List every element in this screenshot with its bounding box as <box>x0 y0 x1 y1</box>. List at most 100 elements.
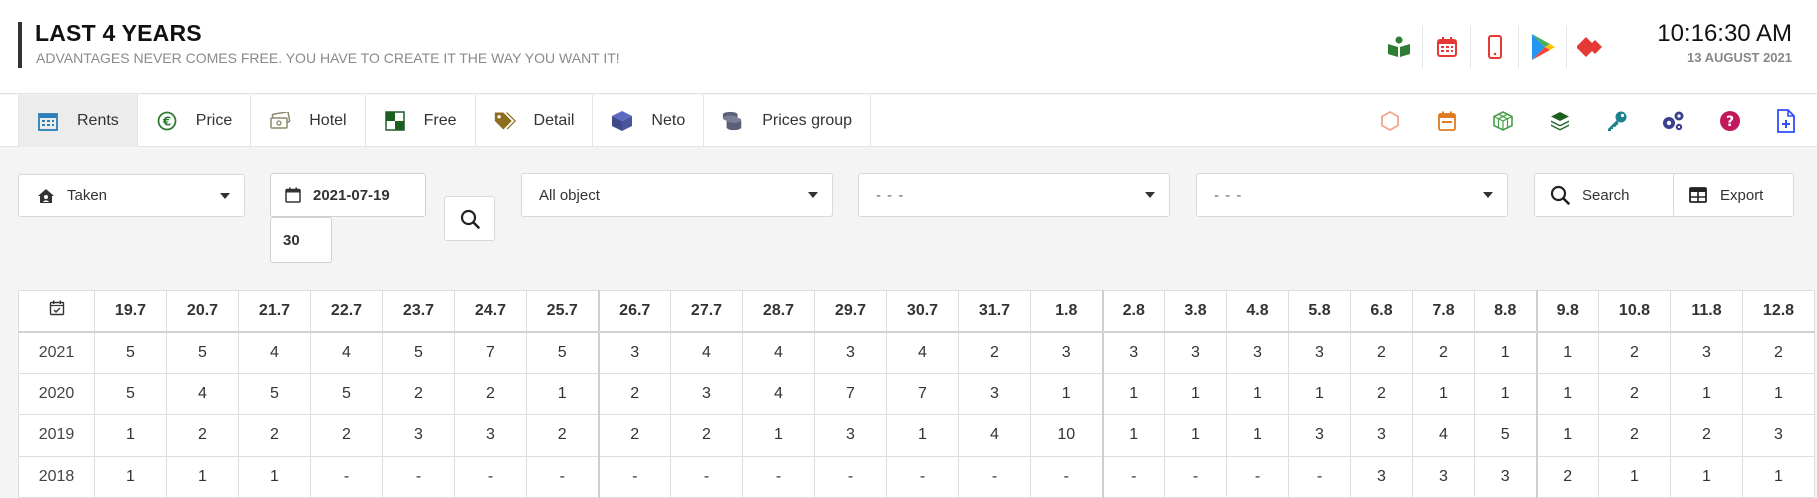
table-cell: 4 <box>1412 414 1475 457</box>
table-cell: - <box>670 455 743 498</box>
table-cell: 5 <box>1474 414 1537 457</box>
play-store-icon[interactable] <box>1519 26 1567 68</box>
table-cell: 5 <box>166 331 239 374</box>
table-cell: 1 <box>166 455 239 498</box>
house-user-icon <box>38 188 54 203</box>
svg-text:€: € <box>162 115 171 129</box>
tab-prices-group[interactable]: Prices group <box>704 95 872 147</box>
tertiary-select-value: - - - <box>1214 186 1243 204</box>
table-cell: 2 <box>1742 331 1815 374</box>
apply-search-button[interactable] <box>444 196 495 241</box>
svg-text:?: ? <box>1726 114 1734 130</box>
cubes-icon[interactable] <box>1475 95 1532 147</box>
tab-free[interactable]: Free <box>366 95 476 147</box>
cogs-icon[interactable] <box>1645 95 1702 147</box>
table-cell: 1 <box>1164 414 1227 457</box>
table-cell: 1 <box>1670 372 1743 415</box>
table-cell: 2 <box>310 414 383 457</box>
tab-detail[interactable]: Detail <box>476 95 594 147</box>
tab-hotel[interactable]: Hotel <box>251 95 366 147</box>
table-cell: 5 <box>382 331 455 374</box>
table-cell: 4 <box>310 331 383 374</box>
column-header: 2.8 <box>1101 290 1165 333</box>
tab-label: Free <box>423 112 457 129</box>
table-cell: 2 <box>1535 455 1599 498</box>
table-cell: 5 <box>94 372 167 415</box>
tab-bar: Rents € Price Hotel Free Detail Neto Pri… <box>18 95 872 147</box>
calendar-icon <box>37 110 59 132</box>
table-cell: 1 <box>1535 372 1599 415</box>
table-cell: 3 <box>454 414 527 457</box>
table-cell: 1 <box>886 414 959 457</box>
tertiary-select[interactable]: - - - <box>1196 173 1508 217</box>
table-cell: 10 <box>1030 414 1103 457</box>
checker-icon <box>384 110 406 132</box>
page-header: LAST 4 YEARS ADVANTAGES NEVER COMES FREE… <box>0 0 1817 94</box>
table-cell: - <box>526 455 599 498</box>
search-icon <box>460 209 480 229</box>
chevron-down-icon <box>1145 192 1155 198</box>
main-nav: Rents € Price Hotel Free Detail Neto Pri… <box>0 95 1817 147</box>
cube-icon <box>611 110 633 132</box>
table-cell: 2 <box>1350 331 1413 374</box>
clock-time: 10:16:30 AM <box>1657 20 1792 47</box>
anydesk-icon[interactable] <box>1567 26 1615 68</box>
key-icon[interactable] <box>1588 95 1645 147</box>
table-cell: - <box>814 455 887 498</box>
table-cell: 2 <box>597 414 671 457</box>
table-cell: 4 <box>958 414 1031 457</box>
date-input[interactable]: 2021-07-19 <box>270 173 426 217</box>
table-cell: 1 <box>1226 414 1289 457</box>
table-cell: 3 <box>670 372 743 415</box>
question-circle-icon[interactable]: ? <box>1702 95 1759 147</box>
calendar-check-icon <box>49 300 64 316</box>
hexagon-icon[interactable] <box>1362 95 1419 147</box>
table-cell: - <box>742 455 815 498</box>
layer-group-icon[interactable] <box>1532 95 1589 147</box>
status-select[interactable]: Taken <box>18 174 245 217</box>
table-cell: - <box>1030 455 1103 498</box>
secondary-select[interactable]: - - - <box>858 173 1170 217</box>
column-header: 22.7 <box>310 290 383 333</box>
tab-rents[interactable]: Rents <box>18 95 138 147</box>
coins-icon <box>722 110 744 132</box>
table-cell: 2 <box>166 414 239 457</box>
column-header: 26.7 <box>597 290 671 333</box>
table-cell: 2 <box>382 372 455 415</box>
table-cell: - <box>1226 455 1289 498</box>
search-button[interactable]: Search <box>1534 173 1680 217</box>
table-icon <box>1689 187 1707 203</box>
row-year-label: 2021 <box>18 331 95 374</box>
book-reader-icon[interactable] <box>1375 26 1423 68</box>
secondary-select-value: - - - <box>876 186 905 204</box>
table-cell: 4 <box>742 372 815 415</box>
column-header: 29.7 <box>814 290 887 333</box>
table-cell: 3 <box>1030 331 1103 374</box>
table-cell: 1 <box>1164 372 1227 415</box>
table-cell: 2 <box>597 372 671 415</box>
object-select[interactable]: All object <box>521 173 833 217</box>
column-header: 12.8 <box>1742 290 1815 333</box>
mobile-icon[interactable] <box>1471 26 1519 68</box>
column-header: 10.8 <box>1598 290 1671 333</box>
column-header: 7.8 <box>1412 290 1475 333</box>
search-button-label: Search <box>1582 186 1630 204</box>
days-input[interactable]: 30 <box>270 217 332 263</box>
euro-icon: € <box>156 110 178 132</box>
table-cell: 1 <box>94 455 167 498</box>
file-plus-icon[interactable] <box>1758 95 1815 147</box>
calendar-week-icon[interactable] <box>1419 95 1476 147</box>
tab-price[interactable]: € Price <box>138 95 252 147</box>
chevron-down-icon <box>220 192 230 199</box>
table-cell: 4 <box>670 331 743 374</box>
tab-label: Rents <box>77 112 119 129</box>
clock: 10:16:30 AM 13 AUGUST 2021 <box>1657 20 1792 65</box>
tab-neto[interactable]: Neto <box>593 95 705 147</box>
calendar-icon[interactable] <box>1423 26 1471 68</box>
table-cell: 1 <box>1412 372 1475 415</box>
tags-icon <box>494 110 516 132</box>
table-cell: - <box>454 455 527 498</box>
export-button[interactable]: Export <box>1673 173 1794 217</box>
table-cell: 1 <box>1101 372 1165 415</box>
column-header: 28.7 <box>742 290 815 333</box>
